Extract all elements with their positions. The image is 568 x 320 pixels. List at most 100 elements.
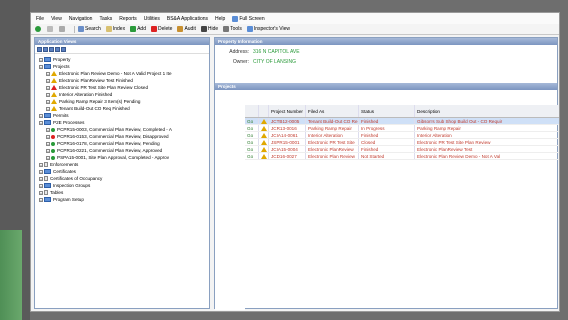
expand-toggle-icon[interactable]: + [39, 176, 43, 181]
expand-toggle-icon[interactable]: + [46, 148, 50, 153]
tree-item[interactable]: + Electronic PlanReview Test Finished [37, 77, 209, 84]
expand-toggle-icon[interactable]: + [39, 64, 43, 69]
warning-icon [51, 78, 57, 83]
tree-item[interactable]: + Certificates of Occupancy [37, 175, 209, 182]
tree-item[interactable]: + Property [37, 56, 209, 63]
audit-label: Audit [184, 26, 196, 32]
hide-button[interactable]: Hide [200, 26, 218, 32]
table-row[interactable]: Go JSPR15-0001 Electronic PR Test Site Clos… [245, 139, 559, 146]
table-row[interactable]: Go JCIA15-0004 Electronic PlanReview Finish… [245, 146, 559, 153]
search-label: Search [85, 26, 101, 32]
expand-toggle-icon[interactable]: + [39, 183, 43, 188]
menu-view[interactable]: View [51, 16, 62, 22]
tree-item[interactable]: + PCPR16-0178, Commercial Plan Review, Pe… [37, 140, 209, 147]
tree-item[interactable]: + Permits [37, 112, 209, 119]
go-link[interactable]: Go [245, 153, 259, 159]
tree-item-label: PCPR15-0003, Commercial Plan Review, Com… [57, 127, 172, 132]
expand-toggle-icon[interactable]: + [39, 169, 43, 174]
menu-tasks[interactable]: Tasks [99, 16, 112, 22]
application-views-panel: Application Views + Property + Projects + Ele… [34, 37, 210, 309]
go-link[interactable]: Go [245, 125, 259, 131]
expand-toggle-icon[interactable]: + [39, 190, 43, 195]
expand-toggle-icon[interactable]: + [46, 141, 50, 146]
add-button[interactable]: Add [130, 26, 146, 32]
index-button[interactable]: Index [105, 26, 125, 32]
expand-toggle-icon[interactable]: + [39, 197, 43, 202]
col-header-status[interactable]: Status [359, 105, 415, 117]
tree-item[interactable]: + P2E Processes [37, 119, 209, 126]
table-row[interactable]: Go JCD16-0027 Electronic Plan Review Not St… [245, 153, 559, 160]
back-button[interactable] [35, 26, 42, 32]
tree-item[interactable]: + Inspection Groups [37, 182, 209, 189]
expand-toggle-icon[interactable]: + [46, 134, 50, 139]
expand-toggle-icon[interactable]: + [46, 78, 50, 83]
expand-toggle-icon[interactable]: + [46, 99, 50, 104]
table-row[interactable]: Go JCIA14-0061 Interior Alteration Finished… [245, 132, 559, 139]
table-row[interactable]: Go JCR13-0016 Parking Ramp Repair In Progre… [245, 125, 559, 132]
tools-button[interactable]: Tools [223, 26, 242, 32]
menu-help[interactable]: Help [215, 16, 225, 22]
tree-item[interactable]: + Enforcements [37, 161, 209, 168]
view-tool-icon[interactable] [61, 46, 66, 52]
project-number-cell: JCTB12-0005 [269, 118, 306, 124]
delete-button[interactable]: Delete [150, 26, 172, 32]
menu-full-screen[interactable]: Full Screen [232, 15, 271, 22]
tree-item[interactable]: + PCPR16-0221, Commercial Plan Review, Ap… [37, 147, 209, 154]
forward-button[interactable] [47, 26, 54, 32]
go-link[interactable]: Go [245, 118, 259, 124]
tree-item[interactable]: + Interior Alteration Finished [37, 91, 209, 98]
warning-icon [51, 85, 57, 90]
tree-item[interactable]: + Electronic Plan Review Demo - Not A Val… [37, 70, 209, 77]
tree-item[interactable]: + Parking Ramp Repair 3 Item(s) Pending [37, 98, 209, 105]
warning-icon [261, 132, 267, 138]
audit-button[interactable]: Audit [177, 26, 196, 32]
status-dot-icon [51, 141, 55, 146]
expand-toggle-icon[interactable]: + [39, 162, 43, 167]
description-cell: Interior Alteration [417, 132, 452, 138]
go-link[interactable]: Go [245, 132, 259, 138]
view-tool-icon[interactable] [43, 46, 48, 52]
expand-toggle-icon[interactable]: + [46, 155, 50, 160]
menu-navigation[interactable]: Navigation [69, 16, 93, 22]
tree-item[interactable]: + PSPA15-0001, Site Plan Approval, Comple… [37, 154, 209, 161]
menu-file[interactable]: File [36, 16, 44, 22]
filed-as-cell: Interior Alteration [306, 132, 359, 138]
add-icon [130, 26, 137, 32]
address-value[interactable]: 316 N CAPITOL AVE [253, 49, 300, 55]
go-link[interactable]: Go [245, 146, 259, 152]
view-tool-icon[interactable] [49, 46, 54, 52]
tree-item[interactable]: + PCPR15-0003, Commercial Plan Review, Co… [37, 126, 209, 133]
expand-toggle-icon[interactable]: + [39, 113, 43, 118]
tree-item[interactable]: + Program Setup [37, 196, 209, 203]
menu-utilities[interactable]: Utilities [144, 16, 160, 22]
col-header-filed-as[interactable]: Filed As [306, 105, 359, 117]
tree-item-label: Electronic Plan Review Demo - Not A Vali… [59, 71, 172, 76]
tree-item[interactable]: + Tenant Build-Out CO Req Finished [37, 105, 209, 112]
owner-value[interactable]: CITY OF LANSING [253, 59, 296, 65]
expand-toggle-icon[interactable]: + [39, 120, 43, 125]
search-button[interactable]: Search [78, 26, 101, 32]
menu-bsa-applications[interactable]: BS&A Applications [167, 16, 208, 22]
view-tool-icon[interactable] [37, 46, 42, 52]
inspectors-view-button[interactable]: Inspector's View [246, 26, 290, 32]
tree-item[interactable]: + Tables [37, 189, 209, 196]
expand-toggle-icon[interactable]: + [39, 57, 43, 62]
view-tool-icon[interactable] [55, 46, 60, 52]
tree-item[interactable]: + Projects [37, 63, 209, 70]
tree-item[interactable]: + Certificates [37, 168, 209, 175]
expand-toggle-icon[interactable]: + [46, 85, 50, 90]
tree-item-label: Certificates [53, 169, 76, 174]
menu-reports[interactable]: Reports [119, 16, 137, 22]
home-button[interactable] [59, 26, 66, 32]
col-header-description[interactable]: Description [415, 105, 559, 117]
expand-toggle-icon[interactable]: + [46, 106, 50, 111]
expand-toggle-icon[interactable]: + [46, 92, 50, 97]
add-label: Add [137, 26, 146, 32]
tree-item[interactable]: + PCPR16-0153, Commercial Plan Review, Di… [37, 133, 209, 140]
expand-toggle-icon[interactable]: + [46, 127, 50, 132]
col-header-project-number[interactable]: Project Number [269, 105, 306, 117]
tree-item[interactable]: + Electronic PR Test Site Plan Review Clo… [37, 84, 209, 91]
expand-toggle-icon[interactable]: + [46, 71, 50, 76]
table-row[interactable]: Go JCTB12-0005 Tenant Build-Out CO Re Finis… [245, 118, 559, 125]
go-link[interactable]: Go [245, 139, 259, 145]
